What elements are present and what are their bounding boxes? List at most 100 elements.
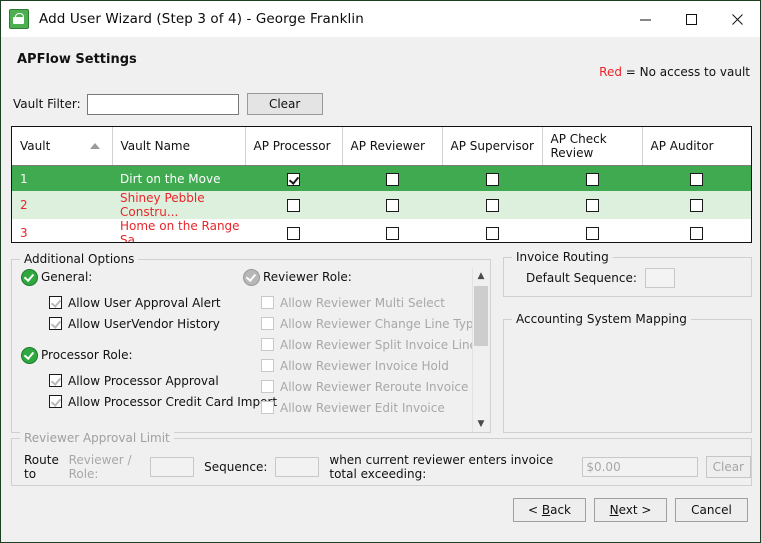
option-allow-reviewer-invoice-hold: Allow Reviewer Invoice Hold: [261, 355, 478, 376]
column-header-ap-processor[interactable]: AP Processor: [245, 127, 343, 166]
checkbox-allow-processor-approval[interactable]: [49, 374, 62, 387]
cell-ap-auditor[interactable]: [642, 219, 751, 242]
cell-ap-reviewer[interactable]: [342, 166, 442, 192]
next-button[interactable]: Next >: [594, 498, 667, 522]
vault-filter-clear-button[interactable]: Clear: [246, 93, 323, 115]
sequence-label: Sequence:: [204, 460, 268, 474]
checkbox-ap-auditor[interactable]: [690, 172, 703, 186]
scroll-down-icon[interactable]: ▼: [473, 416, 489, 432]
checkbox-ap-auditor[interactable]: [690, 199, 703, 212]
cell-ap-reviewer[interactable]: [342, 219, 442, 242]
table-row[interactable]: 2 Shiney Pebble Constru...: [12, 191, 751, 219]
check-circle-icon: [21, 268, 38, 286]
checkbox-ap-supervisor[interactable]: [485, 172, 499, 186]
cell-vault-name: Shiney Pebble Constru...: [120, 191, 205, 219]
option-allow-processor-credit-card-import[interactable]: Allow Processor Credit Card Import: [49, 391, 277, 412]
section-processor-role[interactable]: Processor Role:: [21, 346, 246, 364]
checkbox-ap-reviewer[interactable]: [385, 199, 399, 212]
checkbox-ap-reviewer[interactable]: [385, 227, 399, 240]
checkbox-ap-processor[interactable]: [287, 199, 300, 212]
checkbox-ap-auditor[interactable]: [690, 227, 703, 240]
table-header-row: Vault Vault Name AP Processor AP Reviewe…: [12, 127, 751, 166]
option-allow-uservendor-history[interactable]: Allow UserVendor History: [49, 313, 246, 334]
checkbox-ap-supervisor[interactable]: [485, 199, 499, 212]
legend-text: = No access to vault: [625, 65, 750, 79]
cell-ap-check-review[interactable]: [542, 166, 642, 192]
vault-filter-label: Vault Filter:: [13, 97, 81, 111]
accounting-system-mapping-caption: Accounting System Mapping: [512, 312, 691, 326]
scroll-up-icon[interactable]: ▲: [473, 268, 489, 284]
additional-options-group: Additional Options General: Allow User A…: [11, 252, 491, 433]
window-controls: [622, 1, 760, 37]
options-vertical-scrollbar[interactable]: ▲ ▼: [472, 268, 489, 432]
column-header-ap-auditor[interactable]: AP Auditor: [642, 127, 751, 166]
section-general-label: General:: [41, 270, 93, 284]
checkbox-allow-uservendor-history[interactable]: [49, 317, 62, 330]
checkbox-allow-reviewer-multi-select: [261, 296, 274, 309]
cell-ap-auditor[interactable]: [642, 166, 751, 192]
cell-ap-reviewer[interactable]: [342, 191, 442, 219]
title-bar: Add User Wizard (Step 3 of 4) - George F…: [1, 1, 760, 37]
column-header-ap-reviewer[interactable]: AP Reviewer: [342, 127, 443, 166]
cell-ap-check-review[interactable]: [542, 219, 642, 242]
column-header-ap-check-review[interactable]: AP Check Review: [542, 127, 643, 166]
column-header-vault-name[interactable]: Vault Name: [112, 127, 246, 166]
sort-ascending-icon: [89, 143, 100, 149]
checkbox-ap-check-review[interactable]: [585, 227, 599, 240]
vault-permissions-grid[interactable]: Vault Vault Name AP Processor AP Reviewe…: [11, 126, 752, 243]
section-general[interactable]: General:: [21, 268, 246, 286]
cancel-button[interactable]: Cancel: [675, 498, 748, 522]
checkbox-allow-reviewer-invoice-hold: [261, 359, 274, 372]
wizard-footer: < Back Next > Cancel: [1, 490, 760, 542]
checkbox-allow-reviewer-split-invoice-lines: [261, 338, 274, 351]
option-allow-processor-approval[interactable]: Allow Processor Approval: [49, 370, 246, 391]
back-button[interactable]: < Back: [513, 498, 586, 522]
cell-ap-processor[interactable]: [245, 166, 342, 192]
lock-icon: [9, 9, 29, 29]
maximize-icon[interactable]: [668, 1, 714, 37]
cell-vault-name: Home on the Range Sa...: [120, 219, 240, 243]
scrollbar-thumb[interactable]: [474, 286, 488, 346]
table-row[interactable]: 3 Home on the Range Sa...: [12, 219, 751, 243]
vault-filter-input[interactable]: [86, 93, 239, 115]
reviewer-role-input: [150, 457, 195, 477]
invoice-routing-caption: Invoice Routing: [512, 250, 613, 264]
table-row[interactable]: 1 Dirt on the Move: [12, 165, 751, 192]
option-allow-user-approval-alert[interactable]: Allow User Approval Alert: [49, 292, 246, 313]
checkbox-ap-processor[interactable]: [287, 172, 300, 186]
checkbox-ap-supervisor[interactable]: [485, 227, 499, 240]
cell-ap-supervisor[interactable]: [442, 219, 542, 242]
close-icon[interactable]: [714, 1, 760, 37]
checkbox-ap-check-review[interactable]: [585, 199, 599, 212]
option-allow-reviewer-edit-invoice: Allow Reviewer Edit Invoice: [261, 397, 478, 418]
cell-ap-processor[interactable]: [245, 219, 342, 242]
checkbox-allow-user-approval-alert[interactable]: [49, 296, 62, 309]
page-title: APFlow Settings: [17, 52, 137, 67]
checkbox-ap-reviewer[interactable]: [385, 172, 399, 186]
cell-ap-auditor[interactable]: [642, 191, 751, 219]
accounting-system-mapping-group: Accounting System Mapping: [503, 312, 752, 433]
invoice-routing-group: Invoice Routing Default Sequence:: [503, 250, 752, 297]
additional-options-caption: Additional Options: [20, 252, 139, 266]
amount-input: $0.00: [582, 457, 698, 477]
check-circle-disabled-icon: [243, 268, 260, 286]
option-allow-reviewer-reroute-invoice: Allow Reviewer Reroute Invoice: [261, 376, 478, 397]
option-allow-reviewer-split-invoice-lines: Allow Reviewer Split Invoice Lines: [261, 334, 483, 355]
cell-ap-check-review[interactable]: [542, 191, 642, 219]
cell-ap-supervisor[interactable]: [442, 166, 542, 192]
cell-vault: 3: [20, 226, 28, 240]
options-right-column: Reviewer Role: Allow Reviewer Multi Sele…: [243, 268, 483, 418]
cell-ap-supervisor[interactable]: [442, 191, 542, 219]
checkbox-ap-processor[interactable]: [287, 227, 300, 240]
cell-ap-processor[interactable]: [245, 191, 342, 219]
column-header-ap-supervisor[interactable]: AP Supervisor: [442, 127, 543, 166]
condition-text: when current reviewer enters invoice tot…: [329, 453, 554, 481]
column-header-vault[interactable]: Vault: [12, 127, 113, 166]
checkbox-allow-processor-credit-card-import[interactable]: [49, 395, 62, 408]
default-sequence-input[interactable]: [644, 268, 675, 288]
checkbox-ap-check-review[interactable]: [585, 172, 599, 186]
minimize-icon[interactable]: [622, 1, 668, 37]
wizard-buttons: < Back Next > Cancel: [513, 498, 748, 522]
reviewer-role-label: Reviewer / Role:: [68, 453, 132, 481]
